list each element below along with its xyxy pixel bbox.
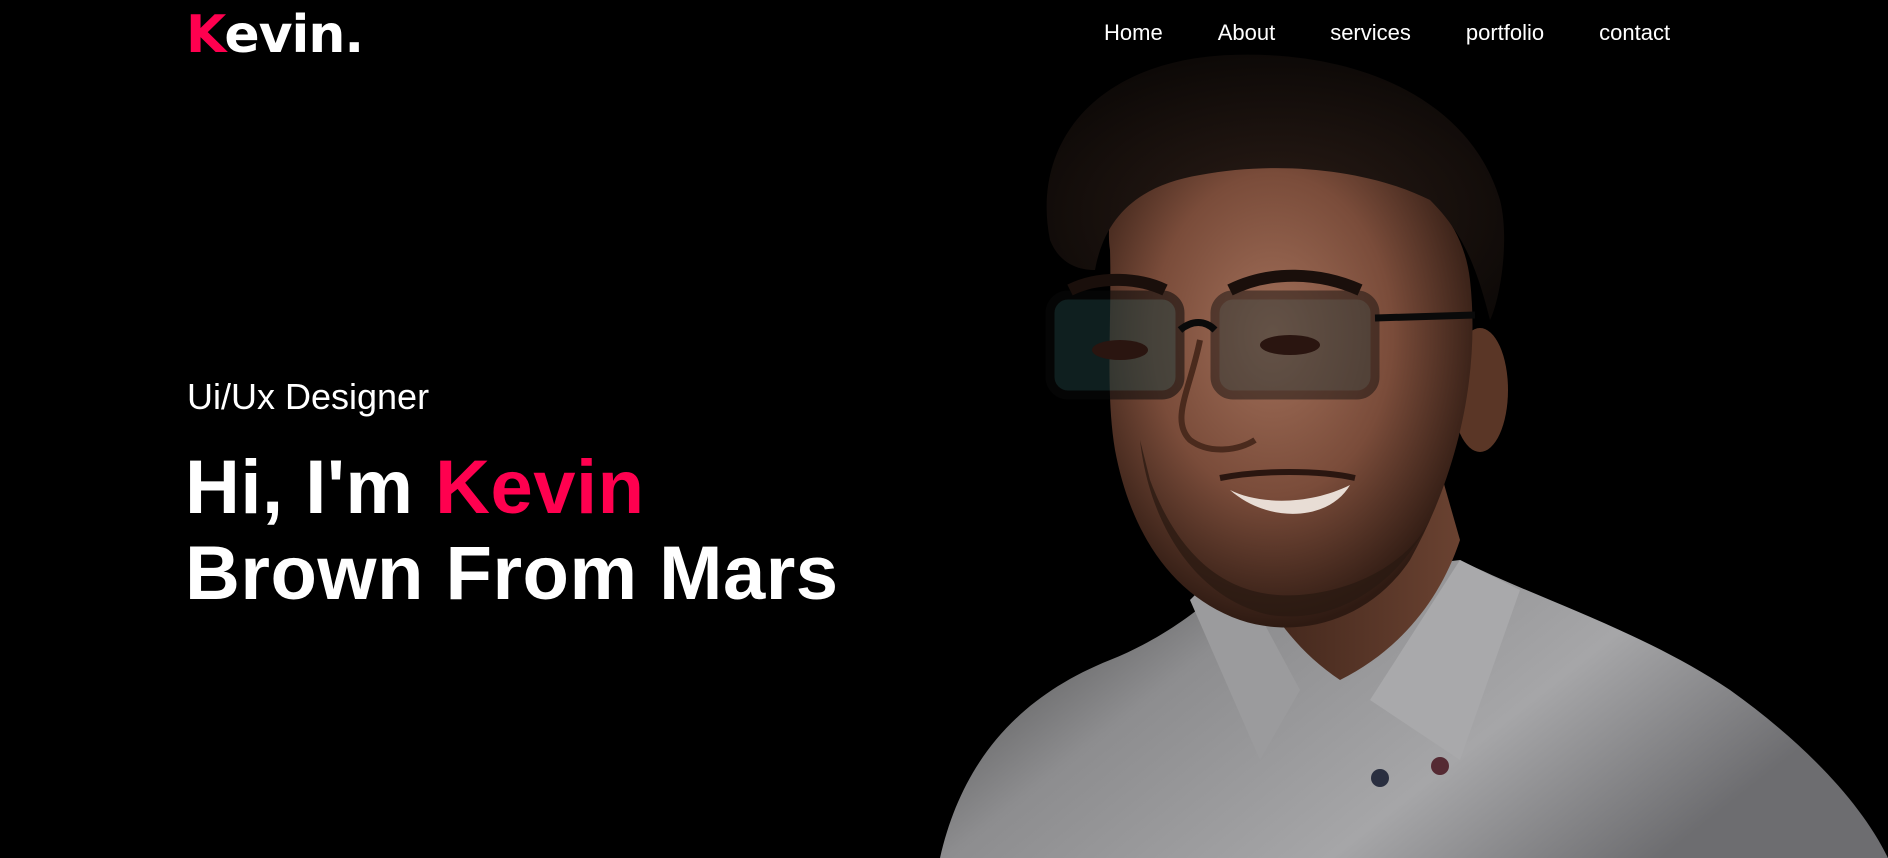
nav-link-home[interactable]: Home	[1104, 18, 1163, 48]
nav-item-about: About	[1218, 18, 1276, 48]
nav-link-portfolio[interactable]: portfolio	[1466, 18, 1544, 48]
nav-item-services: services	[1330, 18, 1411, 48]
hero-headline: Hi, I'm Kevin Brown From Mars	[185, 445, 839, 617]
hero-name-highlight: Kevin	[435, 445, 645, 530]
nav-item-home: Home	[1104, 18, 1163, 48]
nav-item-contact: contact	[1599, 18, 1670, 48]
hero-greeting: Hi, I'm	[185, 445, 414, 530]
logo[interactable]: Kevin.	[186, 4, 364, 66]
nav-link-about[interactable]: About	[1218, 18, 1276, 48]
portrait-image	[940, 54, 1888, 858]
nav-item-portfolio: portfolio	[1466, 18, 1544, 48]
nav-link-services[interactable]: services	[1330, 18, 1411, 48]
logo-text: evin	[224, 5, 345, 65]
hero-subtitle: Ui/Ux Designer	[187, 376, 430, 417]
hero-section: Kevin. Home About services portfolio con…	[0, 0, 1888, 858]
main-nav: Home About services portfolio contact	[1104, 18, 1670, 48]
hero-line2: Brown From Mars	[185, 531, 839, 616]
nav-link-contact[interactable]: contact	[1599, 18, 1670, 48]
logo-dot: .	[344, 5, 364, 65]
logo-initial: K	[186, 5, 225, 65]
